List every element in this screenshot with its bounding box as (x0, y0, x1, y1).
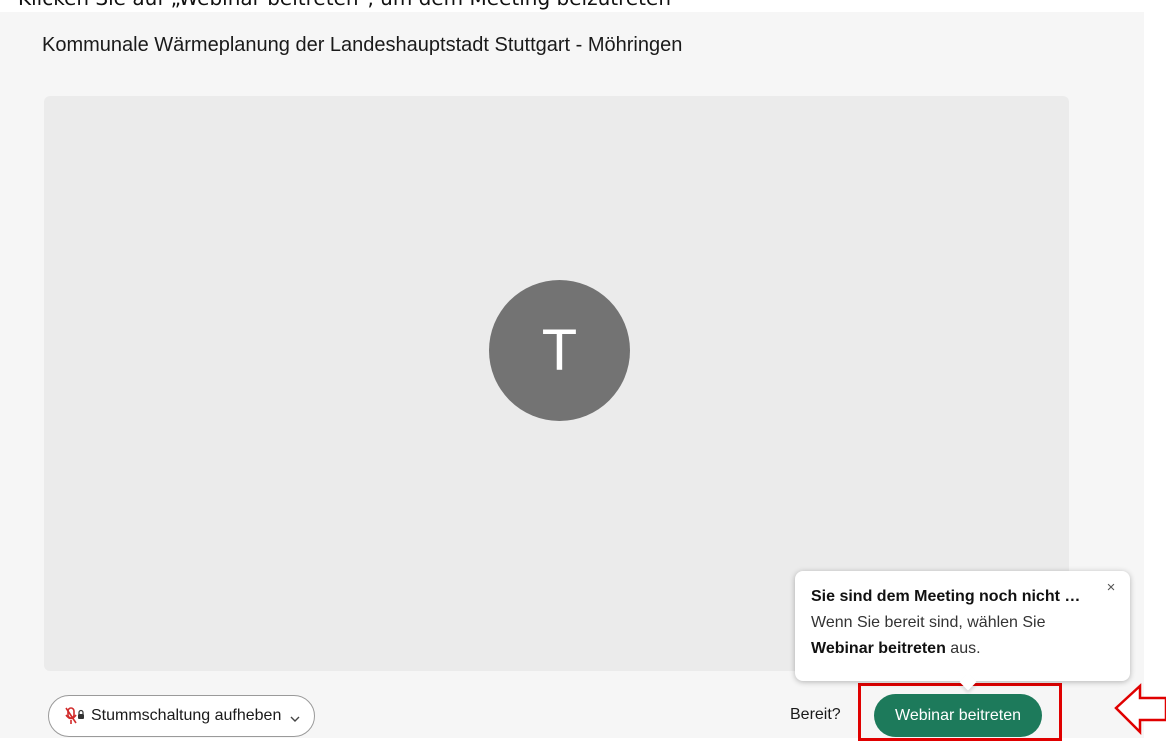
chevron-down-icon[interactable] (289, 711, 301, 722)
avatar-initial: T (541, 318, 578, 383)
tooltip-bold-text: Webinar beitreten (811, 640, 946, 657)
arrow-left-icon (1114, 680, 1166, 738)
tooltip-line-2: Webinar beitreten aus. (811, 639, 1090, 659)
avatar: T (489, 280, 630, 421)
unmute-button[interactable]: Stummschaltung aufheben (48, 695, 316, 737)
ready-label: Bereit? (790, 706, 841, 723)
highlight-annotation-box (858, 683, 1062, 741)
tooltip-line-1: Wenn Sie bereit sind, wählen Sie (811, 614, 1046, 631)
not-joined-tooltip: Sie sind dem Meeting noch nicht beigetre… (795, 571, 1130, 681)
meeting-title: Kommunale Wärmeplanung der Landeshauptst… (42, 34, 683, 56)
cut-off-caption: Klicken Sie auf „Webinar beitreten“, um … (18, 0, 671, 10)
microphone-muted-icon (65, 707, 85, 725)
tooltip-title: Sie sind dem Meeting noch nicht beigetre… (811, 588, 1090, 605)
close-icon[interactable]: × (1104, 580, 1118, 595)
tooltip-line-2-rest: aus. (945, 640, 981, 657)
unmute-label: Stummschaltung aufheben (91, 707, 282, 724)
